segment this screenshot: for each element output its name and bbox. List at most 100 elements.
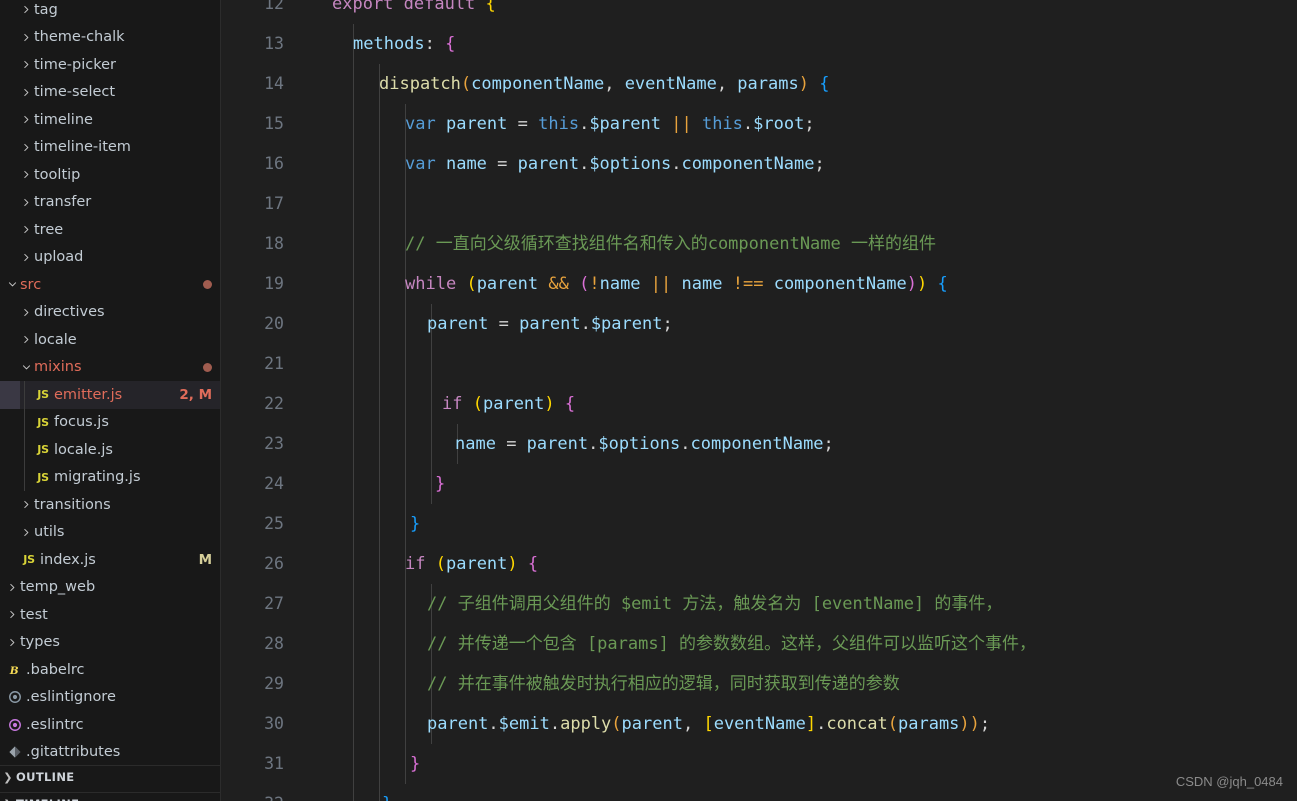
vscode-window: tag theme-chalk time-picker time-select time… bbox=[0, 0, 1297, 801]
tree-file-emitter-js[interactable]: JS emitter.js 2, M bbox=[0, 381, 220, 409]
code-line[interactable]: 26 if (parent) { bbox=[220, 544, 1297, 584]
tree-folder-time-picker[interactable]: time-picker bbox=[0, 51, 220, 79]
code-line[interactable]: 25} bbox=[220, 504, 1297, 544]
tree-file-index-js[interactable]: JS index.js M bbox=[0, 546, 220, 574]
code-token: ; bbox=[823, 434, 834, 454]
tree-item-label: .gitattributes bbox=[26, 744, 121, 761]
tree-item-label: timeline-item bbox=[34, 139, 131, 156]
tree-folder-types[interactable]: types bbox=[0, 629, 220, 657]
tree-folder-upload[interactable]: upload bbox=[0, 244, 220, 272]
code-line[interactable]: 17 bbox=[220, 184, 1297, 224]
code-line[interactable]: 12 export default { bbox=[220, 0, 1297, 24]
tree-folder-locale[interactable]: locale bbox=[0, 326, 220, 354]
code-line[interactable]: 23 name = parent.$options.componentName; bbox=[220, 424, 1297, 464]
code-token: export default bbox=[332, 0, 476, 14]
file-tree[interactable]: tag theme-chalk time-picker time-select time… bbox=[0, 0, 220, 766]
code-token: ) bbox=[798, 74, 809, 94]
tree-folder-directives[interactable]: directives bbox=[0, 299, 220, 327]
line-number: 13 bbox=[264, 34, 284, 53]
tree-file-focus-js[interactable]: JS focus.js bbox=[0, 409, 220, 437]
indent-guide bbox=[353, 504, 354, 544]
indent-guide bbox=[353, 384, 354, 424]
code-line[interactable]: 18 // 一直向父级循环查找组件名和传入的componentName 一样的组件 bbox=[220, 224, 1297, 264]
chevron-right-icon bbox=[18, 142, 34, 153]
tree-item-label: locale.js bbox=[54, 441, 113, 458]
tree-folder-tooltip[interactable]: tooltip bbox=[0, 161, 220, 189]
code-token: } bbox=[435, 474, 446, 494]
code-token: parent bbox=[427, 714, 489, 734]
tree-folder-timeline[interactable]: timeline bbox=[0, 106, 220, 134]
tree-folder-time-select[interactable]: time-select bbox=[0, 79, 220, 107]
code-line[interactable]: 19 while (parent && (!name || name !== co… bbox=[220, 264, 1297, 304]
tree-file-migrating-js[interactable]: JS migrating.js bbox=[0, 464, 220, 492]
code-editor[interactable]: 12 export default {13 methods: {14 dispatch… bbox=[220, 0, 1297, 801]
indent-guide bbox=[379, 304, 380, 344]
tree-folder-test[interactable]: test bbox=[0, 601, 220, 629]
code-token: ) bbox=[544, 394, 555, 414]
chevron-right-icon bbox=[18, 87, 34, 98]
code-line[interactable]: 27 // 子组件调用父组件的 $emit 方法，触发名为 [eventName]… bbox=[220, 584, 1297, 624]
indent-guide bbox=[379, 704, 380, 744]
indent-guide bbox=[379, 624, 380, 664]
sidebar-section-outline[interactable]: ❯ OUTLINE bbox=[0, 765, 220, 788]
code-token: = bbox=[495, 434, 527, 454]
tree-folder-transfer[interactable]: transfer bbox=[0, 189, 220, 217]
tree-folder-temp-web[interactable]: temp_web bbox=[0, 574, 220, 602]
code-line[interactable]: 32} bbox=[220, 784, 1297, 801]
tree-file--gitattributes[interactable]: .gitattributes bbox=[0, 739, 220, 767]
tree-item-label: utils bbox=[34, 524, 65, 541]
tree-folder-timeline-item[interactable]: timeline-item bbox=[0, 134, 220, 162]
code-token: . bbox=[671, 154, 682, 174]
code-line[interactable]: 31} bbox=[220, 744, 1297, 784]
code-token: || bbox=[650, 274, 672, 294]
code-line[interactable]: 22 if (parent) { bbox=[220, 384, 1297, 424]
tree-file-locale-js[interactable]: JS locale.js bbox=[0, 436, 220, 464]
tree-file--babelrc[interactable]: B .babelrc bbox=[0, 656, 220, 684]
code-lines[interactable]: 12 export default {13 methods: {14 dispatch… bbox=[220, 0, 1297, 801]
chevron-right-icon bbox=[4, 609, 20, 620]
tree-folder-transitions[interactable]: transitions bbox=[0, 491, 220, 519]
code-line[interactable]: 20 parent = parent.$parent; bbox=[220, 304, 1297, 344]
code-token: { bbox=[819, 74, 830, 94]
indent-guide bbox=[353, 264, 354, 304]
code-line[interactable]: 28 // 并传递一个包含 [params] 的参数数组。这样，父组件可以监听这个… bbox=[220, 624, 1297, 664]
code-line[interactable]: 16 var name = parent.$options.componentNa… bbox=[220, 144, 1297, 184]
code-line[interactable]: 24} bbox=[220, 464, 1297, 504]
code-line[interactable]: 15 var parent = this.$parent || this.$roo… bbox=[220, 104, 1297, 144]
indent-guide bbox=[353, 224, 354, 264]
tree-file--eslintrc[interactable]: .eslintrc bbox=[0, 711, 220, 739]
code-line[interactable]: 13 methods: { bbox=[220, 24, 1297, 64]
code-token: $options bbox=[598, 434, 681, 454]
code-text: export default { bbox=[332, 0, 496, 24]
sidebar-section-timeline[interactable]: ❯ TIMELINE bbox=[0, 792, 220, 801]
tree-folder-mixins[interactable]: mixins bbox=[0, 354, 220, 382]
code-line[interactable]: 30 parent.$emit.apply(parent, [eventName]… bbox=[220, 704, 1297, 744]
tree-file--eslintignore[interactable]: .eslintignore bbox=[0, 684, 220, 712]
indent-guide bbox=[379, 144, 380, 184]
code-text: } bbox=[435, 464, 445, 504]
tree-folder-src[interactable]: src bbox=[0, 271, 220, 299]
indent-guide bbox=[405, 504, 406, 544]
code-token: : bbox=[424, 34, 435, 54]
code-token: params bbox=[737, 74, 799, 94]
code-line[interactable]: 29 // 并在事件被触发时执行相应的逻辑，同时获取到传递的参数 bbox=[220, 664, 1297, 704]
code-line[interactable]: 14 dispatch(componentName, eventName, par… bbox=[220, 64, 1297, 104]
code-token: ; bbox=[662, 314, 673, 334]
tree-folder-tag[interactable]: tag bbox=[0, 0, 220, 24]
code-token: $emit bbox=[498, 714, 550, 734]
tree-item-label: tag bbox=[34, 1, 58, 18]
tree-folder-utils[interactable]: utils bbox=[0, 519, 220, 547]
indent-guide bbox=[353, 664, 354, 704]
chevron-right-icon bbox=[18, 499, 34, 510]
line-number: 15 bbox=[264, 114, 284, 133]
code-line[interactable]: 21 bbox=[220, 344, 1297, 384]
tree-folder-tree[interactable]: tree bbox=[0, 216, 220, 244]
tree-folder-theme-chalk[interactable]: theme-chalk bbox=[0, 24, 220, 52]
tree-item-label: tooltip bbox=[34, 166, 81, 183]
timeline-label: TIMELINE bbox=[16, 797, 79, 801]
git-file-icon bbox=[4, 745, 26, 759]
indent-guide bbox=[379, 584, 380, 624]
